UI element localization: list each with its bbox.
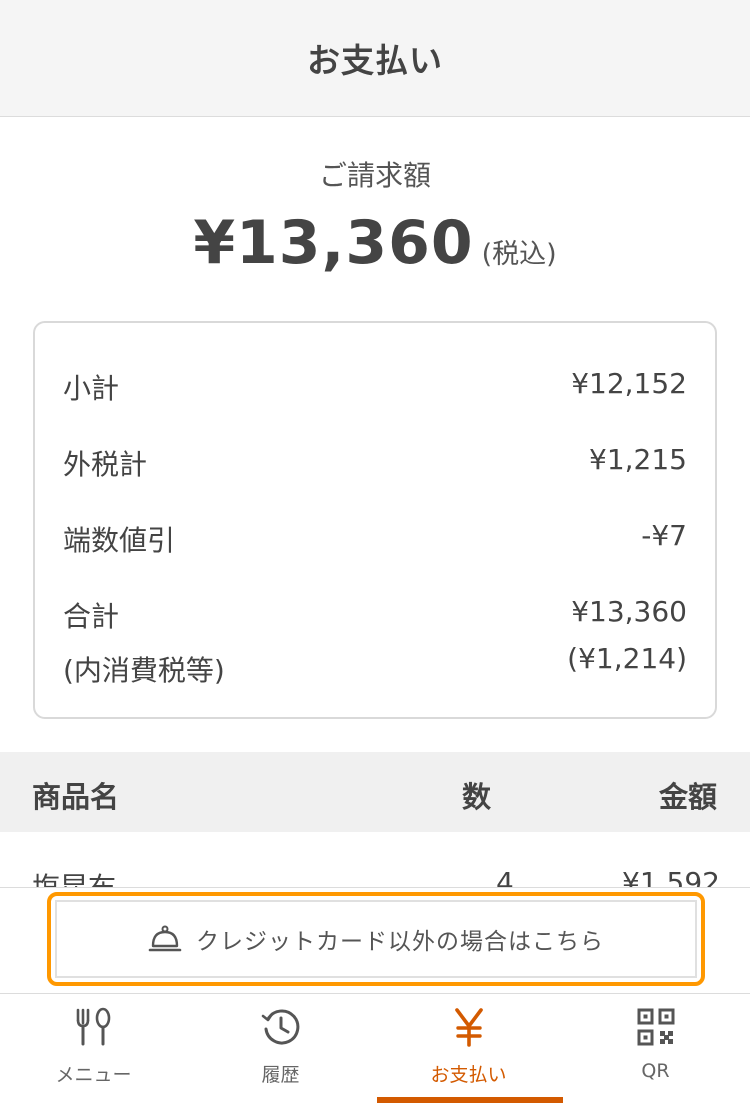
subtotal-label: 小計	[63, 372, 120, 405]
page-title: お支払い	[307, 41, 443, 80]
total-value: ¥13,360	[571, 595, 687, 628]
tax-label: 外税計	[63, 448, 148, 481]
history-icon	[261, 1009, 299, 1045]
alt-payment-panel: クレジットカード以外の場合はこちら	[0, 887, 750, 994]
billing-tax-note: (税込)	[481, 239, 557, 270]
total-label: 合計	[63, 600, 120, 633]
active-tab-indicator	[377, 1097, 563, 1103]
rounding-discount-label: 端数値引	[63, 524, 176, 557]
summary-row-total: 合計 (内消費税等) ¥13,360 (¥1,214)	[63, 595, 687, 689]
summary-row-subtotal: 小計 ¥12,152	[63, 367, 687, 407]
summary-row-rounding: 端数値引 -¥7	[63, 519, 687, 559]
cutlery-icon	[76, 1007, 110, 1046]
column-header-product-name: 商品名	[32, 780, 120, 814]
nav-item-menu[interactable]: メニュー	[0, 994, 187, 1103]
nav-item-history[interactable]: 履歴	[187, 994, 374, 1103]
item-quantity: 4	[496, 866, 514, 888]
nav-label-qr: QR	[641, 1060, 670, 1082]
item-amount: ¥1,592	[622, 866, 720, 888]
nav-label-payment: お支払い	[430, 1064, 507, 1086]
bottom-navigation: メニュー 履歴 お支払い QR	[0, 994, 750, 1103]
nav-item-qr[interactable]: QR	[562, 994, 749, 1103]
billing-amount-label: ご請求額	[318, 159, 431, 192]
order-table-header: 商品名 数 金額	[0, 752, 750, 832]
nav-label-history: 履歴	[261, 1064, 300, 1086]
billing-amount-value: ¥13,360	[193, 208, 474, 278]
included-tax-label: (内消費税等)	[63, 654, 225, 687]
yen-icon	[454, 1008, 483, 1047]
tax-value: ¥1,215	[589, 443, 687, 476]
nav-label-menu: メニュー	[55, 1064, 132, 1086]
column-header-quantity: 数	[462, 780, 492, 814]
nav-item-payment[interactable]: お支払い	[375, 994, 563, 1103]
column-header-amount: 金額	[658, 780, 717, 814]
table-row: 塩昆布 4 ¥1,592	[0, 832, 750, 888]
summary-row-tax: 外税計 ¥1,215	[63, 443, 687, 483]
qr-code-icon	[637, 1008, 674, 1046]
rounding-discount-value: -¥7	[641, 519, 687, 552]
app-header: お支払い	[0, 0, 750, 117]
billing-amount-row: ¥13,360 (税込)	[0, 208, 750, 278]
item-name: 塩昆布	[32, 871, 117, 888]
payment-summary-card: 小計 ¥12,152 外税計 ¥1,215 端数値引 -¥7 合計 (内消費税等…	[33, 321, 717, 719]
alt-payment-button[interactable]: クレジットカード以外の場合はこちら	[47, 892, 705, 986]
subtotal-value: ¥12,152	[571, 367, 687, 400]
included-tax-value: (¥1,214)	[567, 642, 687, 675]
alt-payment-label: クレジットカード以外の場合はこちら	[196, 929, 604, 955]
alt-payment-button-body[interactable]: クレジットカード以外の場合はこちら	[55, 900, 697, 978]
service-bell-icon	[148, 925, 182, 952]
